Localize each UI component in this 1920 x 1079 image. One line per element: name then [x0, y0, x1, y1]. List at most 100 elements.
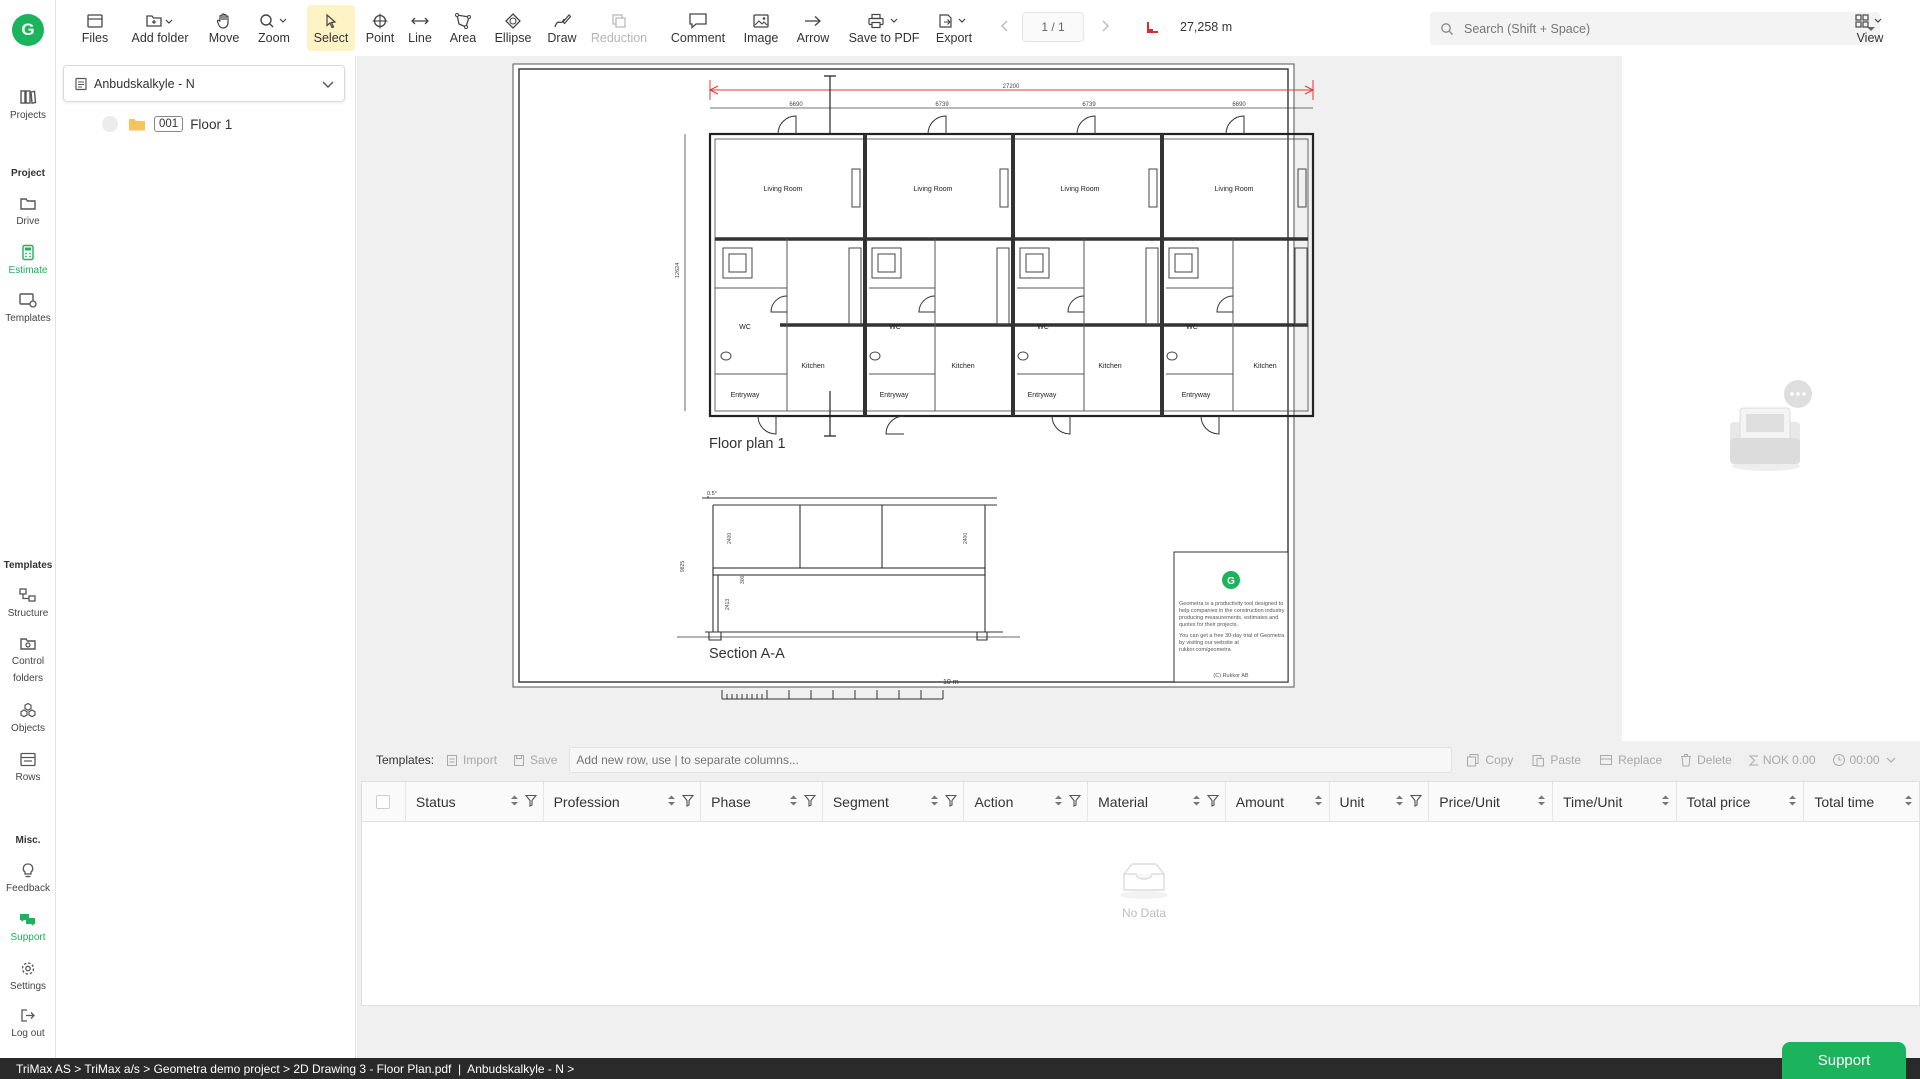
sort-icon[interactable]: [1537, 794, 1546, 807]
estimate-select[interactable]: Anbudskalkyle - N: [63, 65, 345, 102]
save-pdf-button[interactable]: Save to PDF: [846, 5, 922, 51]
col-amount[interactable]: Amount: [1226, 782, 1330, 822]
filter-icon[interactable]: [803, 794, 816, 807]
files-button[interactable]: Files: [73, 5, 117, 51]
col-time-unit[interactable]: Time/Unit: [1553, 782, 1677, 822]
filter-icon[interactable]: [682, 794, 695, 807]
breadcrumb[interactable]: TriMax AS > TriMax a/s > Geometra demo p…: [16, 1062, 574, 1076]
col-action[interactable]: Action: [964, 782, 1089, 822]
arrow-right-icon: [805, 16, 821, 26]
sort-icon[interactable]: [1314, 794, 1323, 807]
sort-icon[interactable]: [1904, 794, 1913, 807]
filter-icon[interactable]: [524, 794, 537, 807]
select-button[interactable]: Select: [307, 5, 355, 51]
prev-page-button[interactable]: [998, 19, 1012, 33]
point-button[interactable]: Point: [362, 5, 398, 51]
filter-icon[interactable]: [1410, 794, 1423, 807]
rail-rows[interactable]: Rows: [0, 751, 56, 786]
copy-button[interactable]: Copy: [1466, 753, 1513, 767]
col-total-time[interactable]: Total time: [1804, 782, 1919, 822]
col-price-unit[interactable]: Price/Unit: [1429, 782, 1553, 822]
copy-label: Copy: [1485, 753, 1514, 767]
sort-icon[interactable]: [1661, 794, 1670, 807]
import-button[interactable]: Import: [446, 753, 497, 767]
add-folder-button[interactable]: Add folder: [124, 5, 196, 51]
visibility-toggle[interactable]: [102, 116, 118, 132]
rail-support[interactable]: Support: [0, 911, 56, 946]
sort-icon[interactable]: [1054, 794, 1063, 807]
search-box[interactable]: [1430, 12, 1880, 45]
rail-settings[interactable]: Settings: [0, 960, 56, 995]
reduction-button[interactable]: Reduction: [588, 5, 650, 51]
select-all-checkbox[interactable]: [376, 795, 390, 809]
sort-icon[interactable]: [510, 794, 519, 807]
room-label-kitchen-3: Kitchen: [1098, 363, 1121, 370]
sort-icon[interactable]: [1192, 794, 1201, 807]
chevron-left-icon: [1001, 20, 1008, 32]
support-button[interactable]: Support: [1782, 1042, 1906, 1079]
rail-estimate[interactable]: Estimate: [0, 244, 56, 279]
col-segment[interactable]: Segment: [823, 782, 965, 822]
sort-icon[interactable]: [1788, 794, 1797, 807]
total-time-summary[interactable]: 00:00: [1832, 753, 1896, 767]
search-input[interactable]: [1464, 21, 1854, 36]
comment-button[interactable]: Comment: [667, 5, 729, 51]
rail-objects[interactable]: Objects: [0, 702, 56, 737]
empty-inbox-icon: [1120, 863, 1168, 899]
filter-icon[interactable]: [1069, 794, 1082, 807]
clock-icon: [1832, 754, 1845, 766]
rail-logout[interactable]: Log out: [0, 1007, 56, 1042]
col-material[interactable]: Material: [1088, 782, 1226, 822]
rail-feedback[interactable]: Feedback: [0, 862, 56, 897]
view-button[interactable]: View: [1846, 5, 1894, 51]
titleblock-text-2: You can get a free 30-day trial of Geome…: [1179, 633, 1285, 653]
new-row-input[interactable]: [569, 747, 1453, 773]
ellipse-button[interactable]: Ellipse: [490, 5, 536, 51]
paste-button[interactable]: Paste: [1531, 753, 1581, 767]
room-label-living-1: Living Room: [764, 186, 803, 193]
line-button[interactable]: Line: [404, 5, 436, 51]
filter-icon[interactable]: [945, 794, 958, 807]
area-button[interactable]: Area: [445, 5, 481, 51]
tree-item-floor[interactable]: 001 Floor 1: [102, 114, 232, 134]
lightbulb-icon: [22, 863, 34, 878]
pdf-viewer[interactable]: 27200 6690 6739 6739 6690 12624 Living R…: [357, 56, 1622, 741]
rail-drive[interactable]: Drive: [0, 196, 56, 230]
export-button[interactable]: Export: [930, 5, 978, 51]
section-dim-2: 2400: [963, 533, 969, 544]
room-label-living-3: Living Room: [1061, 186, 1100, 193]
templates-bar: Templates: Import Save Copy Paste Replac…: [357, 741, 1920, 779]
delete-button[interactable]: Delete: [1680, 753, 1732, 767]
sort-icon[interactable]: [667, 794, 676, 807]
select-all-cell: [362, 782, 406, 822]
zoom-button[interactable]: Zoom: [251, 5, 297, 51]
col-status[interactable]: Status: [406, 782, 544, 822]
rail-control-label-1: Control: [11, 656, 45, 667]
filter-icon[interactable]: [1206, 794, 1219, 807]
rail-control-folders[interactable]: Control folders: [0, 636, 56, 687]
rail-templates[interactable]: Templates: [0, 292, 56, 327]
sort-icon[interactable]: [1395, 794, 1404, 807]
replace-button[interactable]: Replace: [1599, 753, 1662, 767]
geometra-logo[interactable]: G: [12, 14, 44, 46]
rail-structure[interactable]: Structure: [0, 587, 56, 622]
structure-icon: [19, 588, 36, 602]
comment-label: Comment: [670, 31, 726, 45]
next-page-button[interactable]: [1098, 19, 1112, 33]
col-total-price[interactable]: Total price: [1677, 782, 1805, 822]
col-unit[interactable]: Unit: [1330, 782, 1430, 822]
sort-icon[interactable]: [930, 794, 939, 807]
room-label-wc-1: WC: [739, 324, 751, 331]
move-button[interactable]: Move: [204, 5, 244, 51]
measurement-icon: [1146, 20, 1160, 34]
save-template-button[interactable]: Save: [513, 753, 557, 767]
draw-button[interactable]: Draw: [544, 5, 580, 51]
arrow-button[interactable]: Arrow: [792, 5, 834, 51]
page-indicator[interactable]: 1 / 1: [1022, 12, 1084, 42]
col-profession[interactable]: Profession: [544, 782, 702, 822]
rail-projects[interactable]: Projects: [0, 88, 56, 124]
image-button[interactable]: Image: [739, 5, 783, 51]
sort-icon[interactable]: [789, 794, 798, 807]
col-phase[interactable]: Phase: [701, 782, 823, 822]
files-label: Files: [81, 31, 109, 45]
